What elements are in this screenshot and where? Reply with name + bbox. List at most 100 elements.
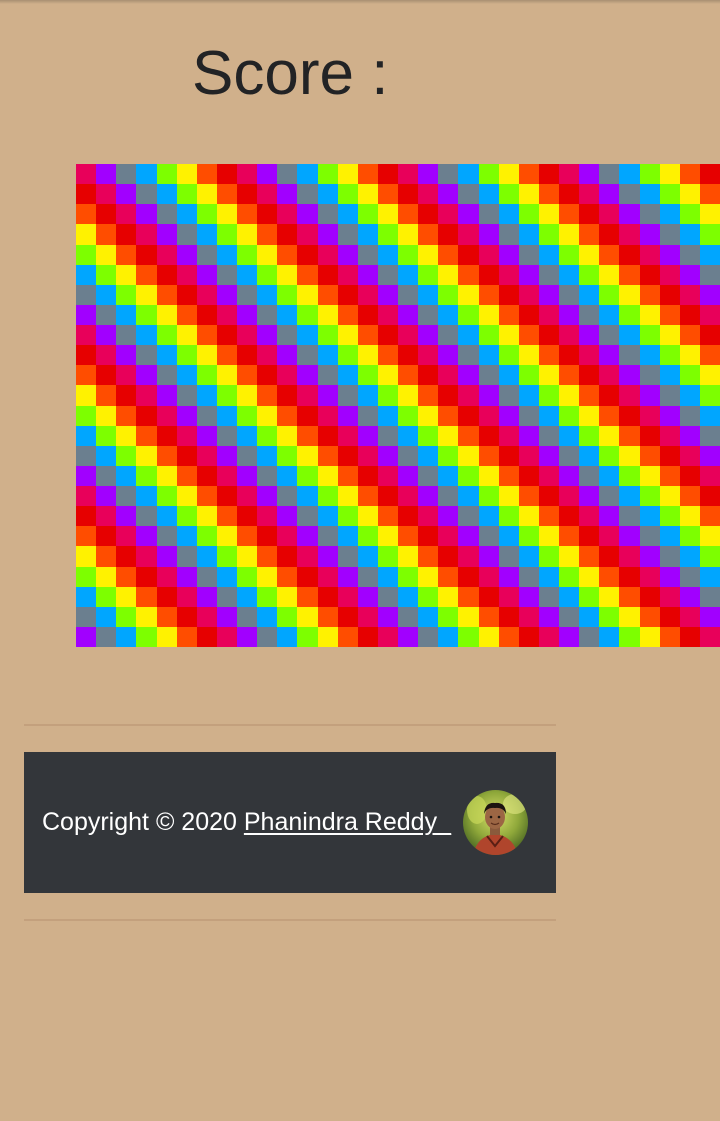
candy-tile[interactable] (418, 526, 439, 547)
candy-tile[interactable] (619, 405, 640, 426)
candy-tile[interactable] (418, 425, 439, 446)
candy-tile[interactable] (498, 345, 519, 366)
candy-tile[interactable] (216, 506, 237, 527)
candy-tile[interactable] (659, 304, 680, 325)
candy-tile[interactable] (619, 465, 640, 486)
candy-tile[interactable] (136, 606, 157, 627)
candy-tile[interactable] (176, 264, 197, 285)
candy-tile[interactable] (196, 224, 217, 245)
candy-tile[interactable] (518, 445, 539, 466)
candy-tile[interactable] (599, 546, 620, 567)
candy-tile[interactable] (357, 566, 378, 587)
candy-tile[interactable] (76, 566, 97, 587)
candy-tile[interactable] (176, 345, 197, 366)
candy-tile[interactable] (176, 465, 197, 486)
candy-tile[interactable] (156, 506, 177, 527)
candy-tile[interactable] (216, 224, 237, 245)
candy-tile[interactable] (579, 365, 600, 386)
candy-tile[interactable] (599, 566, 620, 587)
candy-tile[interactable] (579, 445, 600, 466)
candy-tile[interactable] (538, 566, 559, 587)
candy-tile[interactable] (599, 244, 620, 265)
candy-tile[interactable] (559, 345, 580, 366)
candy-tile[interactable] (458, 586, 479, 607)
candy-tile[interactable] (498, 244, 519, 265)
candy-tile[interactable] (156, 626, 177, 647)
candy-tile[interactable] (518, 546, 539, 567)
candy-tile[interactable] (639, 405, 660, 426)
candy-tile[interactable] (257, 385, 278, 406)
candy-tile[interactable] (116, 465, 137, 486)
candy-tile[interactable] (398, 325, 419, 346)
candy-tile[interactable] (196, 566, 217, 587)
candy-tile[interactable] (96, 264, 117, 285)
candy-tile[interactable] (156, 304, 177, 325)
candy-tile[interactable] (136, 345, 157, 366)
candy-tile[interactable] (317, 164, 338, 185)
candy-tile[interactable] (317, 465, 338, 486)
candy-tile[interactable] (156, 224, 177, 245)
candy-tile[interactable] (639, 244, 660, 265)
candy-tile[interactable] (156, 284, 177, 305)
candy-tile[interactable] (136, 264, 157, 285)
candy-tile[interactable] (659, 264, 680, 285)
candy-tile[interactable] (679, 405, 700, 426)
candy-tile[interactable] (619, 224, 640, 245)
candy-tile[interactable] (136, 465, 157, 486)
candy-tile[interactable] (76, 284, 97, 305)
candy-tile[interactable] (136, 586, 157, 607)
candy-tile[interactable] (619, 345, 640, 366)
candy-tile[interactable] (317, 506, 338, 527)
candy-tile[interactable] (96, 284, 117, 305)
candy-tile[interactable] (136, 385, 157, 406)
candy-tile[interactable] (599, 465, 620, 486)
candy-tile[interactable] (277, 465, 298, 486)
candy-tile[interactable] (136, 405, 157, 426)
candy-tile[interactable] (317, 204, 338, 225)
candy-tile[interactable] (398, 626, 419, 647)
candy-tile[interactable] (699, 264, 720, 285)
candy-tile[interactable] (277, 506, 298, 527)
candy-tile[interactable] (639, 264, 660, 285)
candy-tile[interactable] (418, 506, 439, 527)
candy-tile[interactable] (196, 486, 217, 507)
candy-tile[interactable] (176, 405, 197, 426)
candy-tile[interactable] (659, 546, 680, 567)
candy-tile[interactable] (498, 164, 519, 185)
candy-tile[interactable] (136, 284, 157, 305)
candy-tile[interactable] (176, 204, 197, 225)
candy-tile[interactable] (538, 465, 559, 486)
candy-tile[interactable] (518, 425, 539, 446)
candy-tile[interactable] (196, 365, 217, 386)
candy-tile[interactable] (237, 526, 258, 547)
candy-tile[interactable] (659, 606, 680, 627)
candy-tile[interactable] (619, 184, 640, 205)
candy-tile[interactable] (559, 304, 580, 325)
candy-tile[interactable] (579, 566, 600, 587)
candy-tile[interactable] (277, 425, 298, 446)
candy-tile[interactable] (579, 164, 600, 185)
candy-tile[interactable] (699, 385, 720, 406)
candy-tile[interactable] (438, 486, 459, 507)
candy-tile[interactable] (216, 184, 237, 205)
candy-tile[interactable] (478, 264, 499, 285)
candy-tile[interactable] (639, 184, 660, 205)
candy-tile[interactable] (96, 365, 117, 386)
candy-tile[interactable] (699, 626, 720, 647)
candy-tile[interactable] (116, 284, 137, 305)
candy-tile[interactable] (699, 405, 720, 426)
candy-tile[interactable] (518, 164, 539, 185)
candy-tile[interactable] (599, 284, 620, 305)
candy-tile[interactable] (237, 566, 258, 587)
candy-tile[interactable] (458, 465, 479, 486)
candy-tile[interactable] (116, 224, 137, 245)
candy-tile[interactable] (96, 405, 117, 426)
candy-tile[interactable] (257, 465, 278, 486)
candy-tile[interactable] (337, 586, 358, 607)
candy-tile[interactable] (297, 385, 318, 406)
candy-tile[interactable] (76, 506, 97, 527)
candy-tile[interactable] (337, 626, 358, 647)
candy-tile[interactable] (136, 486, 157, 507)
candy-tile[interactable] (398, 526, 419, 547)
candy-tile[interactable] (418, 546, 439, 567)
